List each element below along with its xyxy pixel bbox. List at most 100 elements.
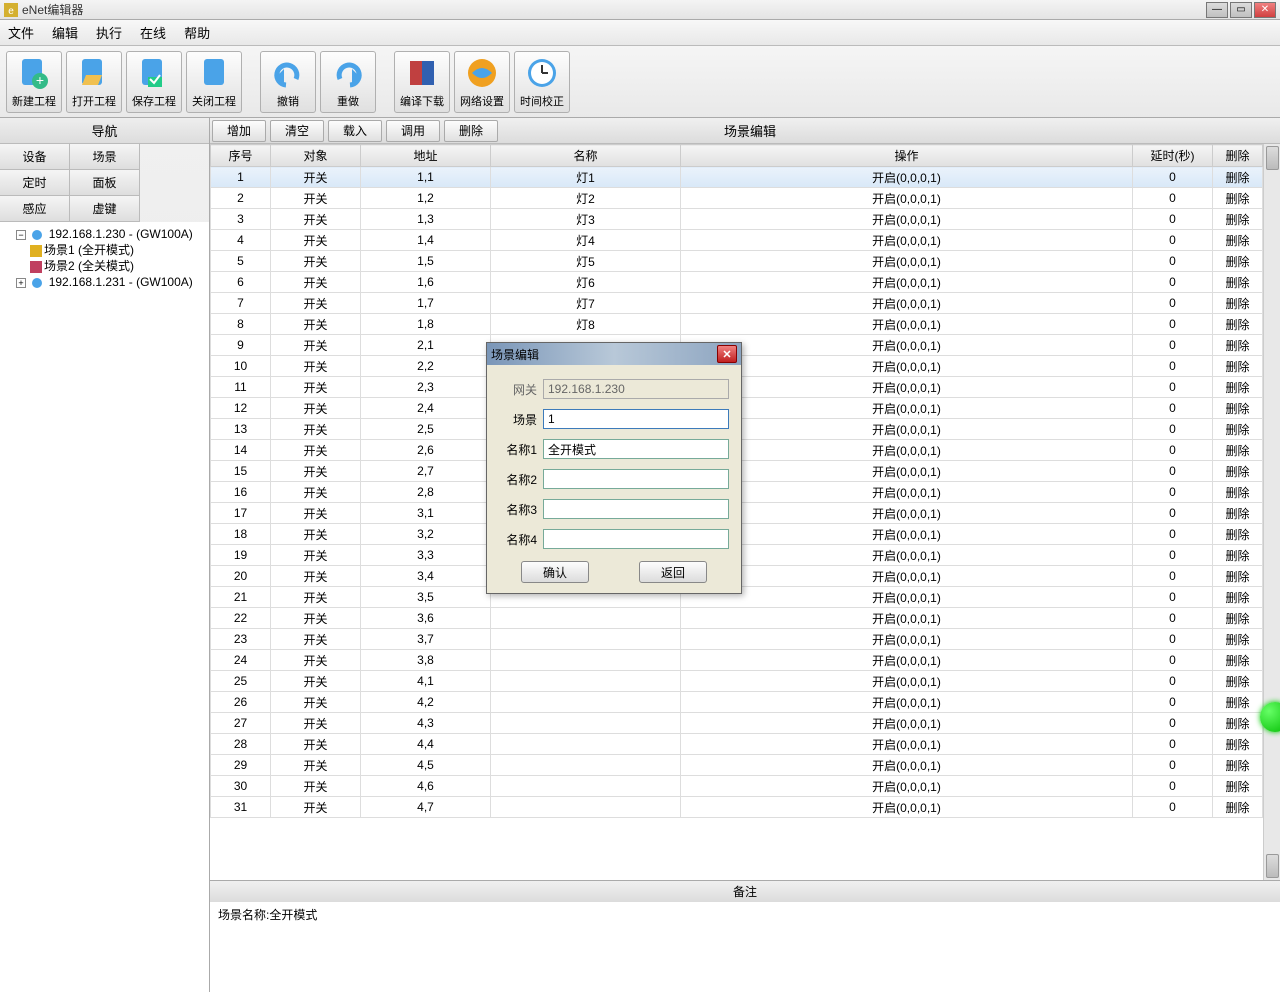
menu-file[interactable]: 文件 [8,23,34,42]
table-row[interactable]: 1开关1,1灯1开启(0,0,0,1)0删除 [211,167,1263,188]
cell-del[interactable]: 删除 [1213,377,1263,398]
cell-del[interactable]: 删除 [1213,272,1263,293]
nav-scene[interactable]: 场景 [70,144,140,170]
col-seq[interactable]: 序号 [211,145,271,167]
open-project-button[interactable]: 打开工程 [66,51,122,113]
maximize-button[interactable]: ▭ [1230,2,1252,18]
table-row[interactable]: 25开关4,1开启(0,0,0,1)0删除 [211,671,1263,692]
col-op[interactable]: 操作 [681,145,1133,167]
cell-del[interactable]: 删除 [1213,461,1263,482]
name3-field[interactable] [543,499,729,519]
name4-field[interactable] [543,529,729,549]
table-row[interactable]: 27开关4,3开启(0,0,0,1)0删除 [211,713,1263,734]
scene-call-button[interactable]: 调用 [386,120,440,142]
cell-del[interactable]: 删除 [1213,440,1263,461]
dialog-close-button[interactable]: ✕ [717,345,737,363]
cell-del[interactable]: 删除 [1213,503,1263,524]
tree-node[interactable]: + 192.168.1.231 - (GW100A) [16,274,207,290]
scene-add-button[interactable]: 增加 [212,120,266,142]
vertical-scrollbar[interactable] [1263,144,1280,880]
col-del[interactable]: 删除 [1213,145,1263,167]
table-row[interactable]: 26开关4,2开启(0,0,0,1)0删除 [211,692,1263,713]
cell-del[interactable]: 删除 [1213,566,1263,587]
close-project-button[interactable]: 关闭工程 [186,51,242,113]
cell-del[interactable]: 删除 [1213,650,1263,671]
dialog-ok-button[interactable]: 确认 [521,561,589,583]
scene-delete-button[interactable]: 删除 [444,120,498,142]
cell-del[interactable]: 删除 [1213,230,1263,251]
cell-del[interactable]: 删除 [1213,587,1263,608]
scene-load-button[interactable]: 载入 [328,120,382,142]
col-name[interactable]: 名称 [491,145,681,167]
table-row[interactable]: 4开关1,4灯4开启(0,0,0,1)0删除 [211,230,1263,251]
cell-del[interactable]: 删除 [1213,419,1263,440]
col-addr[interactable]: 地址 [361,145,491,167]
cell-del[interactable]: 删除 [1213,671,1263,692]
menu-edit[interactable]: 编辑 [52,23,78,42]
table-row[interactable]: 24开关3,8开启(0,0,0,1)0删除 [211,650,1263,671]
table-row[interactable]: 22开关3,6开启(0,0,0,1)0删除 [211,608,1263,629]
save-project-button[interactable]: 保存工程 [126,51,182,113]
scene-field[interactable] [543,409,729,429]
cell-del[interactable]: 删除 [1213,188,1263,209]
col-obj[interactable]: 对象 [271,145,361,167]
cell-del[interactable]: 删除 [1213,251,1263,272]
compile-download-button[interactable]: 编译下载 [394,51,450,113]
minimize-button[interactable]: — [1206,2,1228,18]
undo-button[interactable]: 撤销 [260,51,316,113]
cell-del[interactable]: 删除 [1213,692,1263,713]
table-row[interactable]: 3开关1,3灯3开启(0,0,0,1)0删除 [211,209,1263,230]
redo-button[interactable]: 重做 [320,51,376,113]
table-row[interactable]: 2开关1,2灯2开启(0,0,0,1)0删除 [211,188,1263,209]
cell-del[interactable]: 删除 [1213,797,1263,818]
network-settings-button[interactable]: 网络设置 [454,51,510,113]
scene-clear-button[interactable]: 清空 [270,120,324,142]
dialog-titlebar[interactable]: 场景编辑 ✕ [487,343,741,365]
menu-help[interactable]: 帮助 [184,23,210,42]
close-button[interactable]: ✕ [1254,2,1276,18]
cell-del[interactable]: 删除 [1213,545,1263,566]
table-row[interactable]: 8开关1,8灯8开启(0,0,0,1)0删除 [211,314,1263,335]
table-row[interactable]: 30开关4,6开启(0,0,0,1)0删除 [211,776,1263,797]
table-row[interactable]: 31开关4,7开启(0,0,0,1)0删除 [211,797,1263,818]
nav-panel[interactable]: 面板 [70,170,140,196]
table-row[interactable]: 23开关3,7开启(0,0,0,1)0删除 [211,629,1263,650]
nav-vkey[interactable]: 虚键 [70,196,140,222]
cell-del[interactable]: 删除 [1213,755,1263,776]
table-row[interactable]: 6开关1,6灯6开启(0,0,0,1)0删除 [211,272,1263,293]
tree-node[interactable]: 场景2 (全关模式) [30,258,207,274]
new-project-button[interactable]: +新建工程 [6,51,62,113]
cell-del[interactable]: 删除 [1213,314,1263,335]
dialog-back-button[interactable]: 返回 [639,561,707,583]
cell-del[interactable]: 删除 [1213,776,1263,797]
name1-field[interactable] [543,439,729,459]
name2-field[interactable] [543,469,729,489]
col-delay[interactable]: 延时(秒) [1133,145,1213,167]
scroll-up-icon[interactable] [1266,146,1279,170]
table-row[interactable]: 28开关4,4开启(0,0,0,1)0删除 [211,734,1263,755]
cell-del[interactable]: 删除 [1213,713,1263,734]
tree-collapse-icon[interactable]: − [16,230,26,240]
table-row[interactable]: 5开关1,5灯5开启(0,0,0,1)0删除 [211,251,1263,272]
table-row[interactable]: 29开关4,5开启(0,0,0,1)0删除 [211,755,1263,776]
cell-del[interactable]: 删除 [1213,398,1263,419]
scroll-down-icon[interactable] [1266,854,1279,878]
cell-del[interactable]: 删除 [1213,335,1263,356]
cell-del[interactable]: 删除 [1213,482,1263,503]
tree-node[interactable]: − 192.168.1.230 - (GW100A) 场景1 (全开模式) 场景… [16,226,207,274]
cell-del[interactable]: 删除 [1213,356,1263,377]
nav-timer[interactable]: 定时 [0,170,70,196]
nav-device[interactable]: 设备 [0,144,70,170]
nav-sensor[interactable]: 感应 [0,196,70,222]
menu-online[interactable]: 在线 [140,23,166,42]
menu-exec[interactable]: 执行 [96,23,122,42]
cell-del[interactable]: 删除 [1213,734,1263,755]
cell-del[interactable]: 删除 [1213,209,1263,230]
cell-del[interactable]: 删除 [1213,608,1263,629]
time-correction-button[interactable]: 时间校正 [514,51,570,113]
cell-del[interactable]: 删除 [1213,293,1263,314]
tree-node[interactable]: 场景1 (全开模式) [30,242,207,258]
tree-expand-icon[interactable]: + [16,278,26,288]
cell-del[interactable]: 删除 [1213,524,1263,545]
table-row[interactable]: 7开关1,7灯7开启(0,0,0,1)0删除 [211,293,1263,314]
